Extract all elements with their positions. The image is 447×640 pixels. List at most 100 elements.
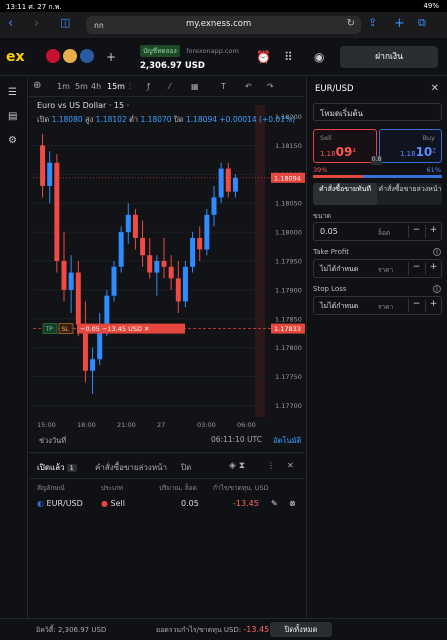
take-profit-increase-button[interactable]: + <box>425 262 441 275</box>
ohlc-change: +0.00014 (+0.01%) <box>219 115 296 124</box>
apps-grid-icon[interactable]: ⠿ <box>284 50 293 64</box>
stop-loss-field[interactable]: ไม่ได้กำหนด ราคา − + <box>313 296 442 315</box>
candle <box>104 295 110 325</box>
y-tick-label: 1.17700 <box>275 402 302 410</box>
candle <box>54 162 60 261</box>
alarm-icon[interactable]: ⏰ <box>256 50 271 64</box>
redo-icon[interactable]: ↷ <box>267 82 274 91</box>
sl-badge: SL <box>62 326 70 333</box>
indicators-icon[interactable]: ƒ <box>147 82 150 91</box>
x-tick-label: 27 <box>157 421 165 429</box>
bookmarks-icon[interactable]: ◫ <box>60 16 70 29</box>
share-icon[interactable]: ⇪ <box>368 16 377 29</box>
candle <box>232 177 238 192</box>
total-pnl-readout: ยอดรวมกำไร/ขาดทุน USD: -13.45 <box>156 625 270 634</box>
text-tool-icon[interactable]: T <box>221 82 226 91</box>
tab-closed[interactable]: ปิด <box>181 461 191 474</box>
new-tab-icon[interactable]: + <box>394 16 405 31</box>
candle <box>125 214 131 233</box>
chart-canvas[interactable]: 1.182001.181501.181001.180501.180001.179… <box>29 97 305 432</box>
candle <box>118 232 124 267</box>
chart-type-icon[interactable]: ⫶ <box>129 82 131 92</box>
candle <box>68 272 74 290</box>
row-symbol: ◐ EUR/USD <box>37 499 83 508</box>
ohlc-readout: เปิด 1.18080 สูง 1.18102 ต่ำ 1.18070 ปิด… <box>37 115 296 124</box>
candle <box>47 162 53 186</box>
edit-position-icon[interactable]: ✎ <box>271 499 278 508</box>
take-profit-decrease-button[interactable]: − <box>408 262 424 275</box>
tab-pending-orders[interactable]: คำสั่งซื้อขายล่วงหน้า <box>95 461 167 474</box>
auto-scale-button[interactable]: อัตโนมัติ <box>273 435 301 447</box>
stop-loss-increase-button[interactable]: + <box>425 299 441 312</box>
stop-loss-info-icon[interactable]: i <box>433 285 441 293</box>
take-profit-info-icon[interactable]: i <box>433 248 441 256</box>
take-profit-unit[interactable]: ราคา <box>378 265 393 275</box>
layers-icon[interactable]: ◈ ⧗ <box>229 461 245 471</box>
server-name: forexonapp.com <box>186 47 239 55</box>
y-tick-label: 1.17900 <box>275 286 302 294</box>
flag-tab-gbp-icon[interactable] <box>80 49 94 63</box>
add-instrument-icon[interactable]: + <box>106 50 116 64</box>
timeframe-1m[interactable]: 1m <box>57 82 70 91</box>
order-mode-select[interactable]: โหมดเริ่มต้น <box>313 103 442 121</box>
sell-button[interactable]: Sell 1.18094 <box>313 129 377 163</box>
address-bar[interactable]: กก my.exness.com ↻ <box>86 16 361 34</box>
buy-button[interactable]: Buy 1.18102 <box>379 129 442 163</box>
equity-readout: อิควิตี้: 2,306.97 USD <box>36 626 107 634</box>
close-order-panel-icon[interactable]: ✕ <box>431 83 439 94</box>
candle <box>182 266 188 302</box>
candle <box>211 197 217 215</box>
settings-icon[interactable]: ⚙ <box>8 135 17 146</box>
close-all-button[interactable]: ปิดทั้งหมด <box>270 622 332 637</box>
stop-loss-value[interactable]: ไม่ได้กำหนด <box>320 301 358 312</box>
col-volume: ปริมาณ, ล็อต <box>159 484 197 492</box>
y-tick-label: 1.18150 <box>275 142 302 150</box>
menu-icon[interactable]: ☰ <box>8 87 17 98</box>
status-bar: 13:11 ศ. 27 ก.พ. 49% <box>0 0 447 12</box>
volume-decrease-button[interactable]: − <box>408 225 424 238</box>
close-position-icon[interactable]: ⊗ <box>289 499 296 508</box>
undo-icon[interactable]: ↶ <box>245 82 252 91</box>
layout-icon[interactable]: ▦ <box>191 82 199 91</box>
exness-logo[interactable]: ex <box>6 49 25 65</box>
drawing-icon[interactable]: ⁄ <box>169 82 170 91</box>
current-price-tag: 1.18094 <box>274 174 301 182</box>
timeframe-5m[interactable]: 5m <box>75 82 88 91</box>
timeframe-4h[interactable]: 4h <box>91 82 101 91</box>
flag-tab-eur-usd-icon[interactable] <box>46 49 60 63</box>
take-profit-field[interactable]: ไม่ได้กำหนด ราคา − + <box>313 259 442 278</box>
flag-tab-xau-icon[interactable] <box>63 49 77 63</box>
close-panel-icon[interactable]: ✕ <box>287 461 294 470</box>
y-tick-label: 1.18050 <box>275 200 302 208</box>
deposit-button[interactable]: ฝากเงิน <box>340 46 438 68</box>
panel-symbol: EUR/USD <box>315 84 354 94</box>
y-tick-label: 1.17800 <box>275 344 302 352</box>
date-range-button[interactable]: ช่วงวันที่ <box>39 435 66 447</box>
buy-label: Buy <box>422 134 435 142</box>
tab-pending-order[interactable]: คำสั่งซื้อขายล่วงหน้า <box>378 183 442 205</box>
candle <box>175 278 181 302</box>
reload-icon[interactable]: ↻ <box>347 18 355 29</box>
tabs-icon[interactable]: ⧉ <box>418 16 426 30</box>
timeframe-15m[interactable]: 15m <box>107 82 125 91</box>
volume-stepper[interactable]: 0.05 ล็อต − + <box>313 222 442 241</box>
profile-icon[interactable]: ◉ <box>314 50 324 64</box>
stop-loss-unit[interactable]: ราคา <box>378 302 393 312</box>
more-options-icon[interactable]: ⋮ <box>267 461 275 470</box>
tab-open-positions[interactable]: เปิดแล้ว 1 <box>37 461 77 474</box>
tab-market-order[interactable]: คำสั่งซื้อขายทันที <box>313 183 377 205</box>
account-selector[interactable]: บัญชีทดลอง forexonapp.com 2,306.97 USD <box>140 45 239 71</box>
back-icon[interactable]: ‹ <box>8 16 13 31</box>
stop-loss-decrease-button[interactable]: − <box>408 299 424 312</box>
price-chart[interactable]: 1.182001.181501.181001.180501.180001.179… <box>29 97 305 449</box>
candle <box>154 261 160 273</box>
buy-sentiment: 61% <box>426 166 441 174</box>
volume-increase-button[interactable]: + <box>425 225 441 238</box>
forward-icon[interactable]: › <box>34 16 39 31</box>
take-profit-value[interactable]: ไม่ได้กำหนด <box>320 264 358 275</box>
candle <box>140 237 146 256</box>
battery-level: 49% <box>423 2 439 10</box>
add-indicator-icon[interactable]: ⊕ <box>33 80 41 91</box>
volume-value[interactable]: 0.05 <box>320 227 338 236</box>
calendar-icon[interactable]: ▤ <box>8 111 17 122</box>
